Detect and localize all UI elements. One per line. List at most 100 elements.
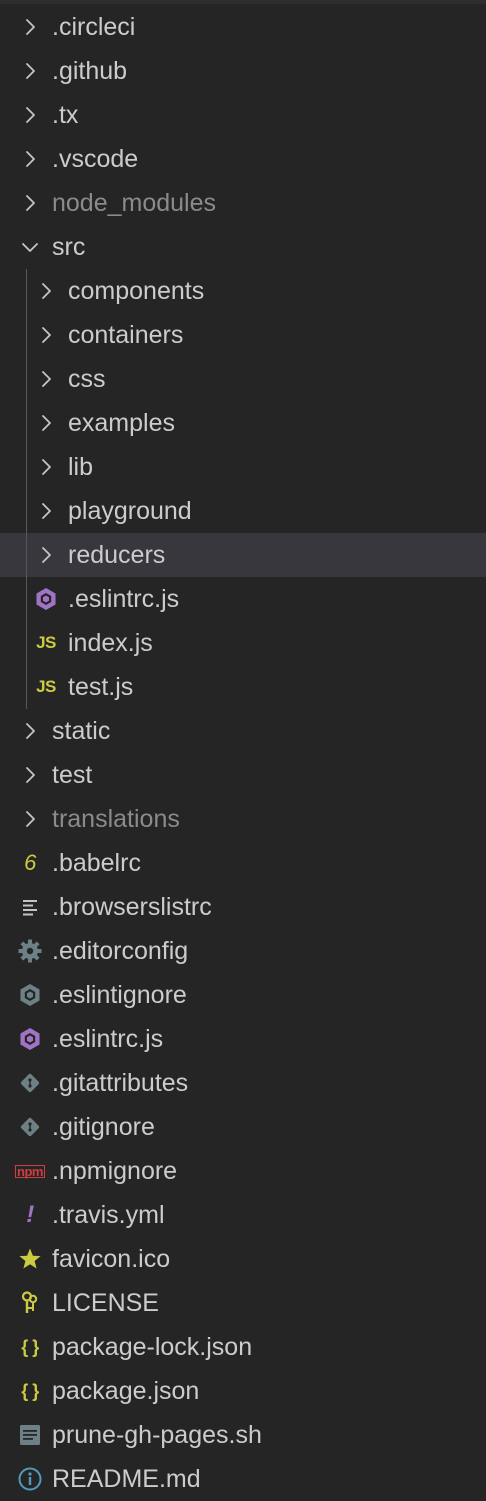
folder-item-test[interactable]: test bbox=[0, 753, 486, 797]
item-label: node_modules bbox=[52, 188, 217, 217]
item-label: examples bbox=[68, 408, 175, 437]
item-label: .npmignore bbox=[52, 1156, 178, 1185]
item-label: containers bbox=[68, 320, 184, 349]
file-item-babelrc[interactable]: 6 .babelrc bbox=[0, 841, 486, 885]
chevron-right-icon bbox=[18, 93, 42, 137]
folder-item-tx[interactable]: .tx bbox=[0, 93, 486, 137]
file-item-travis-yml[interactable]: ! .travis.yml bbox=[0, 1193, 486, 1237]
chevron-right-icon bbox=[34, 313, 58, 357]
item-label: playground bbox=[68, 496, 192, 525]
item-label: translations bbox=[52, 804, 180, 833]
chevron-right-icon bbox=[34, 533, 58, 577]
eslint-ignore-icon bbox=[18, 973, 42, 1017]
git-icon bbox=[18, 1105, 42, 1149]
folder-item-node-modules[interactable]: node_modules bbox=[0, 181, 486, 225]
item-label: prune-gh-pages.sh bbox=[52, 1420, 262, 1449]
item-label: .eslintrc.js bbox=[52, 1024, 164, 1053]
item-label: .tx bbox=[52, 100, 79, 129]
item-label: favicon.ico bbox=[52, 1244, 171, 1273]
file-item-package-lock-json[interactable]: { } package-lock.json bbox=[0, 1325, 486, 1369]
folder-item-src[interactable]: src bbox=[0, 225, 486, 269]
license-icon bbox=[18, 1281, 42, 1325]
star-icon bbox=[18, 1237, 42, 1281]
shell-icon bbox=[18, 1413, 42, 1457]
folder-item-examples[interactable]: examples bbox=[0, 401, 486, 445]
chevron-right-icon bbox=[18, 49, 42, 93]
item-label: .eslintignore bbox=[52, 980, 187, 1009]
item-label: LICENSE bbox=[52, 1288, 159, 1317]
item-label: src bbox=[52, 232, 86, 261]
item-label: .travis.yml bbox=[52, 1200, 165, 1229]
file-item-readme-md[interactable]: README.md bbox=[0, 1457, 486, 1501]
chevron-right-icon bbox=[18, 797, 42, 841]
item-label: index.js bbox=[68, 628, 153, 657]
chevron-right-icon bbox=[34, 445, 58, 489]
folder-item-translations[interactable]: translations bbox=[0, 797, 486, 841]
yaml-icon: ! bbox=[26, 1201, 34, 1228]
folder-item-lib[interactable]: lib bbox=[0, 445, 486, 489]
chevron-right-icon bbox=[18, 753, 42, 797]
npm-icon: npm bbox=[15, 1163, 45, 1179]
file-item-npmignore[interactable]: npm .npmignore bbox=[0, 1149, 486, 1193]
folder-item-containers[interactable]: containers bbox=[0, 313, 486, 357]
item-label: reducers bbox=[68, 540, 166, 569]
file-item-favicon-ico[interactable]: favicon.ico bbox=[0, 1237, 486, 1281]
item-label: .browserslistrc bbox=[52, 892, 212, 921]
javascript-icon: JS bbox=[36, 633, 56, 652]
gear-icon bbox=[18, 929, 42, 973]
folder-item-css[interactable]: css bbox=[0, 357, 486, 401]
item-label: .github bbox=[52, 56, 128, 85]
indent-guide bbox=[26, 269, 27, 709]
file-item-browserslistrc[interactable]: .browserslistrc bbox=[0, 885, 486, 929]
chevron-right-icon bbox=[34, 401, 58, 445]
file-item-eslintrc-js[interactable]: .eslintrc.js bbox=[0, 577, 486, 621]
file-item-package-json[interactable]: { } package.json bbox=[0, 1369, 486, 1413]
item-label: package-lock.json bbox=[52, 1332, 253, 1361]
folder-item-playground[interactable]: playground bbox=[0, 489, 486, 533]
javascript-icon: JS bbox=[36, 677, 56, 696]
top-divider bbox=[0, 0, 486, 4]
file-explorer-tree: .circleci .github .tx .vscode node_modulessr… bbox=[0, 5, 486, 1501]
folder-item-circleci[interactable]: .circleci bbox=[0, 5, 486, 49]
json-icon: { } bbox=[21, 1336, 39, 1357]
item-label: README.md bbox=[52, 1464, 201, 1493]
file-item-eslintrc-js[interactable]: .eslintrc.js bbox=[0, 1017, 486, 1061]
file-item-editorconfig[interactable]: .editorconfig bbox=[0, 929, 486, 973]
eslint-icon bbox=[18, 1017, 42, 1061]
chevron-right-icon bbox=[34, 269, 58, 313]
folder-item-vscode[interactable]: .vscode bbox=[0, 137, 486, 181]
item-label: .eslintrc.js bbox=[68, 584, 180, 613]
item-label: .gitignore bbox=[52, 1112, 155, 1141]
info-icon bbox=[18, 1457, 42, 1501]
item-label: .babelrc bbox=[52, 848, 141, 877]
item-label: .editorconfig bbox=[52, 936, 189, 965]
git-icon bbox=[18, 1061, 42, 1105]
chevron-right-icon bbox=[34, 357, 58, 401]
item-label: test bbox=[52, 760, 93, 789]
file-item-prune-gh-pages-sh[interactable]: prune-gh-pages.sh bbox=[0, 1413, 486, 1457]
folder-item-static[interactable]: static bbox=[0, 709, 486, 753]
item-label: .vscode bbox=[52, 144, 139, 173]
lines-icon bbox=[18, 885, 42, 929]
item-label: static bbox=[52, 716, 111, 745]
chevron-down-icon bbox=[18, 225, 42, 269]
babel-icon: 6 bbox=[24, 850, 36, 875]
file-item-gitignore[interactable]: .gitignore bbox=[0, 1105, 486, 1149]
file-item-gitattributes[interactable]: .gitattributes bbox=[0, 1061, 486, 1105]
folder-item-github[interactable]: .github bbox=[0, 49, 486, 93]
chevron-right-icon bbox=[18, 137, 42, 181]
folder-item-components[interactable]: components bbox=[0, 269, 486, 313]
file-item-test-js[interactable]: JS test.js bbox=[0, 665, 486, 709]
folder-item-reducers[interactable]: reducers bbox=[0, 533, 486, 577]
item-label: .gitattributes bbox=[52, 1068, 189, 1097]
file-item-eslintignore[interactable]: .eslintignore bbox=[0, 973, 486, 1017]
file-item-index-js[interactable]: JS index.js bbox=[0, 621, 486, 665]
item-label: components bbox=[68, 276, 205, 305]
json-icon: { } bbox=[21, 1380, 39, 1401]
eslint-icon bbox=[34, 577, 58, 621]
item-label: test.js bbox=[68, 672, 134, 701]
item-label: lib bbox=[68, 452, 94, 481]
item-label: .circleci bbox=[52, 12, 136, 41]
item-label: package.json bbox=[52, 1376, 200, 1405]
file-item-license[interactable]: LICENSE bbox=[0, 1281, 486, 1325]
